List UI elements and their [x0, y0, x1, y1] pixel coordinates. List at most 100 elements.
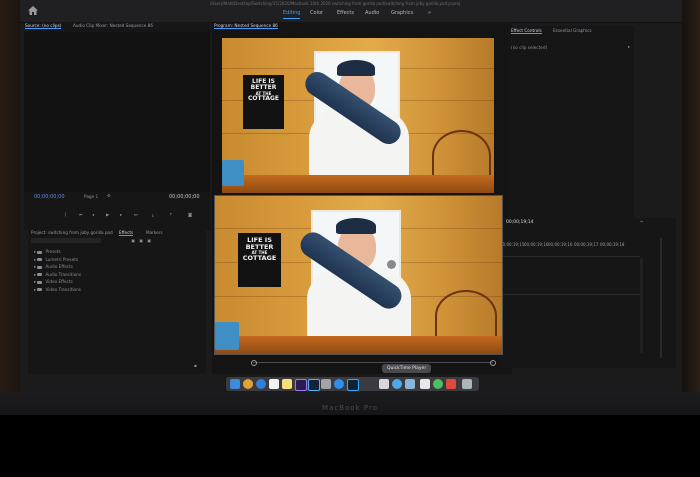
folder-icon [37, 280, 43, 284]
chair [435, 290, 497, 342]
effects-folder-list: ▸ Presets ▸ Lumetri Presets ▸ Audio Effe… [34, 249, 81, 294]
playback-scrub-bar[interactable] [253, 362, 493, 363]
track-divider [500, 294, 640, 295]
tab-project[interactable]: Project: switching from joby gorilla pod [31, 230, 113, 235]
scrub-start-handle[interactable] [251, 360, 257, 366]
chrome-icon[interactable] [243, 379, 253, 389]
overwrite-icon[interactable]: ⤒ [170, 212, 172, 217]
pages-icon[interactable] [420, 379, 430, 389]
razor-icon[interactable]: ✂ [640, 219, 644, 224]
filter-32bit-icon[interactable]: ▣ [139, 238, 143, 243]
project-panel: Project: switching from joby gorilla pod… [28, 226, 206, 374]
poster: LIFE IS BETTER AT THE COTTAGE [238, 233, 281, 287]
audio-meter [660, 238, 662, 358]
finder-icon[interactable] [230, 379, 240, 389]
tab-effects[interactable]: Effects [119, 230, 134, 236]
table [215, 336, 502, 354]
more-workspaces-icon[interactable]: » [428, 10, 431, 16]
program-video-frame: LIFE IS BETTER AT THE COTTAGE [222, 38, 494, 193]
scrollbar[interactable] [640, 258, 643, 353]
ruler-tick: 00;00;19;17 [574, 242, 599, 247]
timeline-timecode[interactable]: 00;00;19;14 [506, 220, 533, 225]
source-monitor-panel: Source: (no clips) Audio Clip Mixer: Nes… [24, 22, 210, 230]
clapper-icon[interactable] [366, 379, 376, 389]
photo-icon[interactable] [321, 379, 331, 389]
step-back-icon[interactable]: ⏮ [79, 212, 83, 217]
ruler-tick: 00;00;19;16 [524, 242, 549, 247]
top-bar: /Users/Matt/Desktop/Switching/15/2020/Ma… [20, 0, 682, 23]
tab-effect-controls[interactable]: Effect Controls [511, 28, 542, 34]
timeline-ruler[interactable]: 00;00;19;15 00;00;19;16 00;00;19;16 00;0… [500, 242, 640, 248]
folder-icon [37, 288, 43, 291]
workspace-tab-audio[interactable]: Audio [365, 10, 379, 16]
list-item[interactable]: ▸ Video Transitions [34, 287, 81, 295]
go-to-out-icon[interactable]: ⏭ [134, 212, 138, 217]
new-bin-icon[interactable]: ▪ [194, 363, 197, 368]
dock [226, 377, 479, 391]
bucket [215, 322, 239, 350]
list-item[interactable]: ▸ Presets [34, 249, 81, 257]
poster: LIFE IS BETTER AT THE COTTAGE [243, 75, 284, 129]
timeline-panel: 00;00;19;14 ✂ 00;00;19;15 00;00;19;16 00… [500, 218, 676, 368]
no-clip-message: (no clip selected) [511, 45, 548, 50]
list-item[interactable]: ▸ Video Effects [34, 279, 81, 287]
messages-icon[interactable] [392, 379, 402, 389]
folder-icon [37, 265, 43, 269]
track-divider [500, 256, 640, 257]
source-viewer [24, 32, 210, 192]
scrub-end-handle[interactable] [490, 360, 496, 366]
workspace-tab-effects[interactable]: Effects [337, 10, 354, 16]
tab-essential-graphics[interactable]: Essential Graphics [553, 28, 592, 33]
facetime-icon[interactable] [405, 379, 415, 389]
step-icon[interactable]: ◂ [92, 212, 94, 217]
table [222, 175, 494, 193]
workspace-tab-editing[interactable]: Editing [283, 10, 301, 19]
effects-search-input[interactable] [31, 238, 101, 243]
source-timecode-out: 00;00;00;00 [169, 194, 200, 200]
photoshop-icon[interactable] [347, 379, 359, 391]
music-icon[interactable] [446, 379, 456, 389]
bucket [222, 160, 244, 186]
list-item[interactable]: ▸ Audio Effects [34, 264, 81, 272]
mark-in-icon[interactable]: { [64, 212, 67, 217]
filter-yuv-icon[interactable]: ▣ [147, 238, 151, 243]
quicktime-video-frame: LIFE IS BETTER AT THE COTTAGE [214, 195, 503, 355]
insert-icon[interactable]: ⤓ [152, 212, 154, 217]
maps-icon[interactable] [433, 379, 443, 389]
camera-icon[interactable]: ◙ [188, 212, 192, 217]
cap [336, 218, 376, 234]
workspace-tab-graphics[interactable]: Graphics [391, 10, 413, 16]
trash-icon[interactable] [462, 379, 472, 389]
source-fit-dropdown[interactable]: Page 1 [84, 194, 98, 199]
home-icon[interactable] [28, 6, 38, 15]
program-monitor-title[interactable]: Program: Nested Sequence 86 [214, 23, 278, 29]
tab-audio-clip-mixer[interactable]: Audio Clip Mixer: Nested Sequence 86 [73, 23, 153, 28]
ruler-tick: 00;00;19;15 [500, 242, 525, 247]
cursor [387, 260, 396, 269]
premiere-icon[interactable] [295, 379, 307, 391]
folder-icon [37, 273, 43, 276]
workspace-tab-color[interactable]: Color [310, 10, 323, 16]
calendar-icon[interactable] [269, 379, 279, 389]
effect-controls-panel: Effect Controls Essential Graphics (no c… [508, 26, 634, 218]
expand-icon[interactable]: ▸ [628, 44, 630, 49]
window-title: /Users/Matt/Desktop/Switching/15/2020/Ma… [210, 1, 461, 6]
ruler-tick: 00;00;19;18 [600, 242, 625, 247]
step-forward-icon[interactable]: ▸ [120, 212, 122, 217]
notes-icon[interactable] [282, 379, 292, 389]
preview-icon[interactable] [379, 379, 389, 389]
laptop-screen: /Users/Matt/Desktop/Switching/15/2020/Ma… [20, 0, 682, 392]
play-icon[interactable]: ▶ [106, 212, 109, 217]
ruler-tick: 00;00;19;16 [548, 242, 573, 247]
list-item[interactable]: ▸ Lumetri Presets [34, 257, 81, 265]
source-timecode-in[interactable]: 00;00;00;00 [34, 194, 65, 200]
safari-icon[interactable] [256, 379, 266, 389]
lightroom-icon[interactable] [308, 379, 320, 391]
folder-icon [37, 258, 43, 261]
settings-icon[interactable]: ⚙ [107, 193, 111, 198]
tab-source[interactable]: Source: (no clips) [25, 23, 62, 29]
tab-markers[interactable]: Markers [146, 230, 163, 235]
list-item[interactable]: ▸ Audio Transitions [34, 272, 81, 280]
filter-accelerated-icon[interactable]: ▣ [131, 238, 135, 243]
appstore-icon[interactable] [334, 379, 344, 389]
